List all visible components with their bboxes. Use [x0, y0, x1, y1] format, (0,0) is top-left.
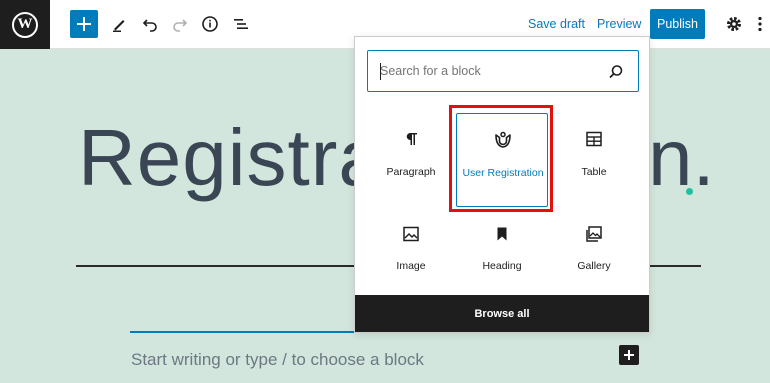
- block-label: Table: [581, 166, 607, 178]
- block-label: Heading: [482, 260, 522, 272]
- add-block-button[interactable]: [70, 10, 98, 38]
- block-label: Paragraph: [386, 166, 436, 178]
- settings-button[interactable]: [721, 11, 747, 37]
- block-heading[interactable]: Heading: [456, 207, 548, 301]
- post-title-end[interactable]: n.: [648, 112, 715, 204]
- bookmark-heading-icon: [492, 224, 512, 244]
- block-paragraph[interactable]: Paragraph: [365, 113, 457, 207]
- more-vertical-icon: [758, 16, 762, 32]
- publish-button[interactable]: Publish: [650, 9, 705, 39]
- body-placeholder[interactable]: Start writing or type / to choose a bloc…: [131, 350, 424, 370]
- info-icon: [202, 16, 218, 32]
- save-draft-button[interactable]: Save draft: [528, 17, 585, 31]
- block-image[interactable]: Image: [365, 207, 457, 301]
- block-label: Image: [396, 260, 426, 272]
- details-button[interactable]: [197, 11, 223, 37]
- block-gallery[interactable]: Gallery: [548, 207, 640, 301]
- preview-button[interactable]: Preview: [597, 17, 641, 31]
- block-label: Gallery: [577, 260, 611, 272]
- paragraph-icon: [401, 129, 421, 149]
- wordpress-logo-icon: W: [12, 11, 38, 38]
- undo-button[interactable]: [137, 11, 163, 37]
- plus-icon: [77, 17, 91, 31]
- block-focus-line: [130, 331, 356, 333]
- inline-add-block-button[interactable]: [619, 345, 639, 365]
- search-icon: [609, 65, 623, 79]
- table-icon: [584, 129, 604, 149]
- block-search-field[interactable]: [367, 50, 639, 92]
- list-view-button[interactable]: [228, 11, 254, 37]
- pencil-icon: [113, 20, 125, 32]
- redo-button[interactable]: [167, 11, 193, 37]
- tools-button[interactable]: [106, 11, 132, 37]
- highlight-annotation-box: [449, 105, 553, 212]
- gallery-icon: [584, 224, 604, 244]
- block-table[interactable]: Table: [548, 113, 640, 207]
- wordpress-logo-button[interactable]: W: [0, 0, 50, 49]
- gear-icon: [727, 17, 741, 31]
- block-search-input[interactable]: [380, 61, 600, 81]
- browse-all-button[interactable]: Browse all: [355, 295, 649, 332]
- options-button[interactable]: [747, 11, 770, 37]
- plus-icon: [624, 350, 634, 360]
- redo-icon: [173, 19, 188, 32]
- image-icon: [401, 224, 421, 244]
- status-dot: [686, 188, 693, 195]
- list-view-icon: [234, 19, 248, 29]
- undo-icon: [142, 19, 157, 32]
